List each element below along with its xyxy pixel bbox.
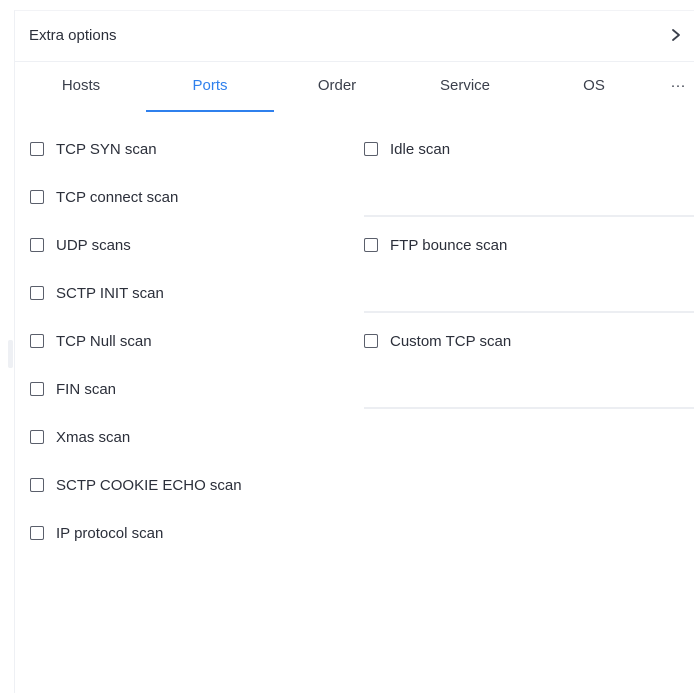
option-udp-scans[interactable]: UDP scans [30,234,131,256]
option-fin-scan[interactable]: FIN scan [30,378,116,400]
chevron-right-icon[interactable] [669,26,683,44]
tab-order[interactable]: Order [291,62,383,110]
option-label: UDP scans [56,236,131,254]
panel-header: Extra options [15,11,694,62]
tab-ports[interactable]: Ports [146,62,274,110]
checkbox[interactable] [30,478,44,492]
checkbox[interactable] [30,430,44,444]
tab-hosts[interactable]: Hosts [33,62,129,110]
option-xmas-scan[interactable]: Xmas scan [30,426,130,448]
tab-os[interactable]: OS [555,62,633,110]
checkbox[interactable] [30,382,44,396]
active-tab-indicator [146,110,274,112]
checkbox[interactable] [364,334,378,348]
option-label: Xmas scan [56,428,131,446]
option-label: TCP connect scan [56,188,179,206]
option-label: FTP bounce scan [390,236,508,254]
option-idle-scan[interactable]: Idle scan [364,138,450,160]
option-label: FIN scan [56,380,117,398]
option-label: SCTP COOKIE ECHO scan [56,476,242,494]
tab-service[interactable]: Service [415,62,515,110]
section-divider [364,215,694,217]
option-label: IP protocol scan [56,524,164,542]
option-sctp-cookie-echo-scan[interactable]: SCTP COOKIE ECHO scan [30,474,242,496]
section-divider [364,311,694,313]
checkbox[interactable] [364,142,378,156]
tab-bar: Hosts Ports Order Service OS ··· [15,62,694,112]
tab-more-overflow[interactable]: ··· [663,62,693,110]
option-sctp-init-scan[interactable]: SCTP INIT scan [30,282,164,304]
checkbox[interactable] [30,238,44,252]
checkbox[interactable] [30,142,44,156]
option-tcp-connect-scan[interactable]: TCP connect scan [30,186,178,208]
option-ftp-bounce-scan[interactable]: FTP bounce scan [364,234,507,256]
option-label: TCP SYN scan [56,140,157,158]
option-tcp-null-scan[interactable]: TCP Null scan [30,330,152,352]
option-custom-tcp-scan[interactable]: Custom TCP scan [364,330,511,352]
extra-options-panel: Extra options Hosts Ports Order Service … [14,10,694,693]
checkbox[interactable] [364,238,378,252]
checkbox[interactable] [30,334,44,348]
section-divider [364,407,694,409]
panel-resize-handle[interactable] [8,340,13,368]
option-label: TCP Null scan [56,332,152,350]
option-label: Custom TCP scan [390,332,512,350]
checkbox[interactable] [30,190,44,204]
checkbox[interactable] [30,526,44,540]
panel-title: Extra options [29,27,117,44]
checkbox[interactable] [30,286,44,300]
option-label: SCTP INIT scan [56,284,164,302]
option-tcp-syn-scan[interactable]: TCP SYN scan [30,138,157,160]
option-ip-protocol-scan[interactable]: IP protocol scan [30,522,163,544]
option-label: Idle scan [390,140,451,158]
